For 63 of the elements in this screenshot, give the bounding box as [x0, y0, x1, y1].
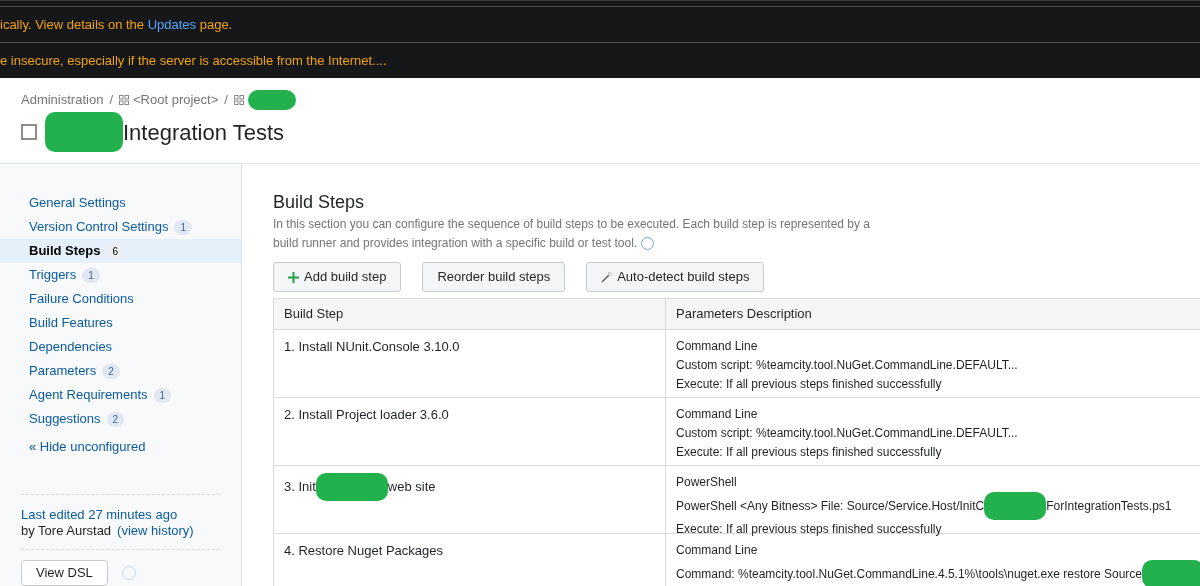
- count-badge: 6: [106, 243, 125, 259]
- parameter-text: Command Line: [676, 338, 758, 355]
- sidebar-item[interactable]: Failure Conditions: [0, 287, 241, 311]
- sidebar-item[interactable]: Dependencies: [0, 335, 241, 359]
- parameter-text: Execute: If all previous steps finished successfully: [676, 444, 942, 461]
- sidebar-item[interactable]: Build Steps 6: [0, 239, 241, 263]
- parameter-text: PowerShell <Any Bitness> File: Source/Service.Host/InitC: [676, 497, 985, 515]
- plus-icon: [288, 271, 299, 283]
- toolbar-button[interactable]: Add build step: [273, 262, 402, 292]
- breadcrumb-link[interactable]: <Root project>: [119, 90, 219, 110]
- step-name: 2. Install Project loader 3.6.0: [284, 406, 449, 424]
- section-title: Build Steps: [273, 191, 366, 214]
- redaction-block: [247, 90, 296, 110]
- step-name: web site: [387, 478, 436, 497]
- parameter-text: Command Line: [676, 406, 758, 423]
- parameter-text: Command Line: [676, 542, 758, 559]
- step-name: 1. Install NUnit.Console 3.10.0: [284, 338, 460, 356]
- count-badge: 1: [82, 267, 100, 283]
- step-name: 3. Init: [284, 478, 316, 497]
- last-edited-text: Last edited 27 minutes ago: [21, 507, 179, 523]
- sidebar-item[interactable]: Suggestions 2: [0, 407, 241, 431]
- redacted-breadcrumb[interactable]: [233, 90, 296, 110]
- warning-text: page.: [198, 17, 233, 32]
- hide-unconfigured-link[interactable]: « Hide unconfigured: [0, 437, 241, 457]
- view-history-link[interactable]: (view history): [117, 523, 194, 539]
- count-badge: 1: [174, 219, 193, 235]
- parameter-text: ForIntegrationTests.ps1: [1046, 497, 1172, 515]
- breadcrumb-link[interactable]: Administration: [21, 90, 104, 110]
- checkbox-icon[interactable]: [21, 124, 37, 140]
- sidebar-item[interactable]: Parameters 2: [0, 359, 241, 383]
- sidebar-item[interactable]: General Settings: [0, 191, 241, 215]
- editor-name: by Tore Aurstad: [21, 523, 112, 539]
- parameter-text: Execute: If all previous steps finished successfully: [676, 521, 942, 538]
- sidebar-item[interactable]: Version Control Settings 1: [0, 215, 241, 239]
- column-header: Parameters Description: [676, 305, 812, 324]
- column-header: Build Step: [284, 305, 344, 324]
- updates-link[interactable]: Updates: [147, 17, 197, 32]
- count-badge: 2: [106, 411, 125, 427]
- count-badge: 2: [102, 363, 120, 379]
- toolbar-button[interactable]: Reorder build steps: [422, 262, 566, 292]
- breadcrumb-separator: /: [224, 91, 228, 110]
- sidebar-item[interactable]: Agent Requirements 1: [0, 383, 241, 407]
- redaction-block: [1142, 560, 1200, 586]
- parameter-text: Custom script: %teamcity.tool.NuGet.CommandLine.DEFAULT...: [676, 425, 1018, 442]
- warning-text: ically. View details on the: [0, 17, 146, 32]
- parameter-text: Command: %teamcity.tool.NuGet.CommandLine.4.5.1%\tools\nuget.exe restore Source: [676, 565, 1142, 583]
- toolbar-button[interactable]: Auto-detect build steps: [586, 262, 765, 292]
- breadcrumb-separator: /: [109, 91, 113, 110]
- sidebar-item[interactable]: Triggers 1: [0, 263, 241, 287]
- count-badge: 1: [153, 387, 172, 403]
- redaction-block: [984, 492, 1047, 520]
- warning-text: e insecure, especially if the server is accessible from the Internet....: [0, 53, 387, 68]
- sidebar-item[interactable]: Build Features: [0, 311, 241, 335]
- section-description: In this section you can configure the sequence of build steps to be executed. Each build step is represented by a build runner and provides integration with a specific build or test tool.: [273, 216, 872, 253]
- parameter-text: Execute: If all previous steps finished successfully: [676, 376, 942, 393]
- grid-icon: [119, 95, 129, 105]
- parameter-text: PowerShell: [676, 474, 737, 491]
- step-name: 4. Restore Nuget Packages: [284, 542, 443, 560]
- grid-icon: [233, 95, 244, 105]
- magic-wand-icon: [601, 271, 613, 283]
- page-title: Integration Tests: [123, 118, 285, 147]
- parameter-text: Custom script: %teamcity.tool.NuGet.CommandLine.DEFAULT...: [676, 357, 1018, 374]
- view-dsl-button[interactable]: View DSL: [21, 560, 108, 586]
